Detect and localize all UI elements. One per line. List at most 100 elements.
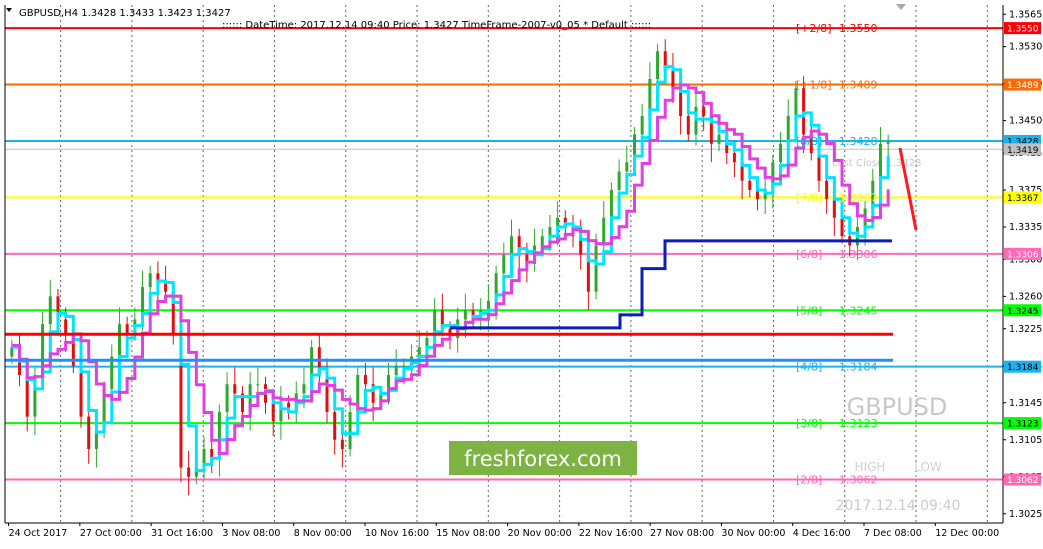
candle-body (48, 296, 52, 325)
murrey-bracket-label: [3/8] (796, 417, 822, 430)
candle-body (225, 384, 229, 412)
candle-body (878, 143, 882, 181)
candle-body (187, 467, 191, 477)
candle-body (625, 162, 629, 172)
x-tick-label: 27 Nov 08:00 (650, 528, 714, 539)
murrey-value-label: 1.3428 (839, 135, 878, 148)
candle-body (840, 217, 844, 237)
candle-body (25, 375, 29, 417)
murrey-bracket-label: [2/8] (796, 474, 822, 487)
x-tick-label: 22 Nov 16:00 (579, 528, 643, 539)
candle-body (502, 254, 506, 274)
candle-body (832, 199, 836, 218)
indicator-info-line: :::::: DateTime: 2017.12.14 09:40 Price:… (222, 20, 651, 31)
candle-body (825, 180, 829, 200)
candle-body (702, 106, 706, 116)
candle-body (325, 375, 329, 412)
candle-body (463, 310, 467, 320)
x-tick-label: 27 Oct 00:00 (80, 528, 142, 539)
candle-body (886, 141, 890, 144)
x-tick-label: 8 Nov 00:00 (294, 528, 352, 539)
candle-body (233, 384, 237, 394)
y-tick-label: 1.3450 (1009, 116, 1042, 127)
x-tick-label: 3 Nov 08:00 (222, 528, 280, 539)
candle-body (671, 69, 675, 89)
price-tag-label: 1.3550 (1007, 25, 1039, 35)
candle-body (87, 416, 91, 449)
candle-body (394, 365, 398, 375)
candle-body (686, 116, 690, 135)
y-tick-label: 1.3225 (1009, 324, 1042, 335)
murrey-bracket-label: [5/8] (796, 304, 822, 317)
candle-body (617, 171, 621, 190)
candle-body (509, 236, 513, 255)
candle-body (402, 365, 406, 367)
price-tag-label: 1.3367 (1007, 194, 1039, 204)
murrey-value-label: 1.3550 (839, 22, 878, 35)
candle-body (363, 375, 367, 385)
murrey-value-label: 1.3062 (839, 474, 878, 487)
candle-body (540, 236, 544, 246)
price-tag-label: 1.3245 (1007, 307, 1039, 317)
y-tick-label: 1.3025 (1009, 509, 1042, 520)
murrey-value-label: 1.3123 (839, 417, 878, 430)
price-tag-label: 1.3306 (1007, 250, 1039, 260)
candle-body (779, 143, 783, 163)
y-tick-label: 1.3335 (1009, 222, 1042, 233)
candle-body (348, 412, 352, 449)
price-tag-label: 1.3062 (1007, 476, 1039, 486)
candle-body (333, 412, 337, 440)
candle-body (302, 384, 306, 394)
candle-body (609, 190, 613, 218)
murrey-bracket-label: [4/8] (796, 361, 822, 374)
x-tick-label: 12 Dec 00:00 (935, 528, 999, 539)
price-tag-label: 1.3419 (1007, 146, 1039, 156)
murrey-bracket-label: [6/8] (796, 248, 822, 261)
price-tag-label: 1.3123 (1007, 420, 1039, 430)
murrey-value-label: 1.3489 (839, 79, 878, 92)
candle-body (794, 88, 798, 116)
x-tick-label: 20 Nov 00:00 (508, 528, 572, 539)
murrey-value-label: 1.3306 (839, 248, 878, 261)
price-tag-label: 1.3184 (1007, 363, 1039, 373)
candle-body (148, 273, 152, 288)
candle-body (694, 106, 698, 135)
murrey-bracket-label: [7/8] (796, 191, 822, 204)
y-tick-label: 1.3260 (1009, 291, 1042, 302)
murrey-bracket-label: [+2/8] (796, 22, 832, 35)
candle-body (748, 180, 752, 190)
y-tick-label: 1.3530 (1009, 42, 1042, 53)
x-tick-label: 30 Nov 00:00 (721, 528, 785, 539)
x-tick-label: 24 Oct 2017 (9, 528, 68, 539)
murrey-value-label: 1.3367 (839, 191, 878, 204)
candle-body (117, 324, 121, 357)
price-tag-label: 1.3489 (1007, 81, 1039, 91)
candle-body (656, 51, 660, 79)
x-tick-label: 10 Nov 16:00 (365, 528, 429, 539)
x-tick-label: 15 Nov 08:00 (436, 528, 500, 539)
x-tick-label: 31 Oct 16:00 (151, 528, 213, 539)
candle-body (732, 153, 736, 163)
high-label: HIGH (855, 460, 886, 474)
candle-body (340, 439, 344, 449)
candle-body (271, 402, 275, 422)
chart-canvas[interactable]: GBPUSD freshforex.com HIGH LOW 2017.12.1… (0, 0, 1043, 545)
price-chart[interactable]: GBPUSD freshforex.com HIGH LOW 2017.12.1… (0, 0, 1043, 545)
candle-body (717, 134, 721, 144)
y-tick-label: 1.3145 (1009, 398, 1042, 409)
murrey-value-label: 1.3184 (839, 361, 878, 374)
candle-body (594, 245, 598, 292)
candle-body (640, 116, 644, 135)
candle-body (602, 217, 606, 246)
last-close-label: Last Close 1.3428 (832, 158, 921, 169)
candle-body (125, 324, 129, 334)
candle-body (64, 319, 68, 334)
murrey-bracket-label: [8/8] (796, 135, 822, 148)
murrey-bracket-label: [+1/8] (796, 79, 832, 92)
x-tick-label: 4 Dec 16:00 (793, 528, 851, 539)
candle-body (256, 384, 260, 386)
low-label: LOW (914, 460, 942, 474)
symbol-info: GBPUSD,H4 1.3428 1.3433 1.3423 1.3427 (19, 8, 231, 19)
y-tick-label: 1.3105 (1009, 435, 1042, 446)
watermark-datetime: 2017.12.14 09:40 (836, 498, 961, 514)
